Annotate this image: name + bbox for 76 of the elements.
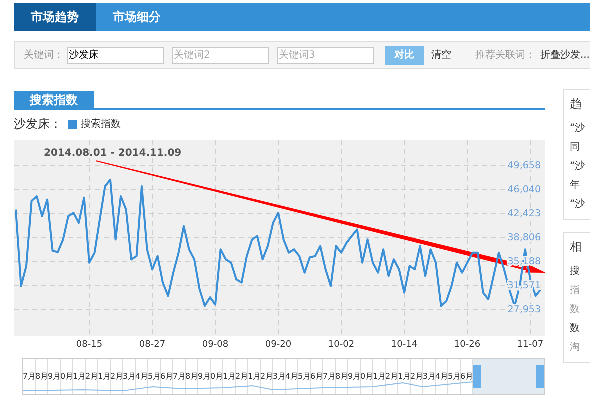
range-handle[interactable]: [473, 365, 481, 388]
month-label: 8月: [336, 359, 348, 394]
month-label: 6月: [160, 359, 173, 394]
month-label: 3月: [423, 359, 436, 394]
x-tick-label: 08-27: [139, 340, 166, 350]
month-label: 5月: [148, 359, 160, 394]
month-label: 9月: [198, 359, 210, 394]
legend-swatch: [68, 120, 77, 128]
month-label: 8月: [36, 359, 48, 394]
month-label: 4月: [136, 359, 148, 394]
month-label: 5月: [448, 359, 460, 394]
clear-link[interactable]: 清空: [431, 48, 452, 62]
keyword-label: 关键词：: [24, 48, 64, 62]
x-tick-label: 09-20: [265, 340, 292, 350]
month-label: 1月: [248, 359, 260, 394]
legend-label: 搜索指数: [81, 118, 121, 131]
month-label: 2月: [110, 359, 123, 394]
month-label: 7月: [323, 359, 336, 394]
range-navigator[interactable]: 7月8月9月0月1月2月1月2月3月4月5月6月7月8月9月0月1月2月1月2月3月4月5月6月7月8月9月0月1月2月1月2月3月4月5月6月: [22, 358, 545, 395]
month-label: 0月: [360, 359, 373, 394]
month-label: 2月: [86, 359, 98, 394]
month-label: 6月: [310, 359, 323, 394]
month-label: 4月: [436, 359, 448, 394]
x-tick-label: 10-14: [391, 340, 418, 350]
y-tick-label: 38,806: [508, 232, 541, 244]
x-tick-label: 11-07: [517, 340, 544, 350]
month-label: 1月: [98, 359, 110, 394]
panel-text: 数: [570, 322, 581, 335]
panel-title: 趋: [570, 96, 583, 113]
month-label: 2月: [260, 359, 273, 394]
month-label: 0月: [60, 359, 73, 394]
keyword-field[interactable]: 关键词3: [277, 46, 374, 64]
keyword-field[interactable]: 关键词2: [172, 46, 269, 64]
date-range: 2014.08.01 - 2014.11.09: [44, 148, 182, 159]
month-label: 1月: [73, 359, 86, 394]
month-label: 9月: [348, 359, 360, 394]
panel-text: “沙: [570, 122, 586, 135]
related-keyword[interactable]: 折叠沙发...: [540, 48, 590, 62]
x-tick-label: 10-02: [328, 340, 355, 350]
month-label: 8月: [186, 359, 198, 394]
month-label: 1月: [223, 359, 236, 394]
x-tick-label: 08-15: [76, 340, 103, 350]
selected-range[interactable]: [473, 359, 544, 394]
month-label: 0月: [210, 359, 223, 394]
panel-text: 年: [570, 179, 581, 192]
month-label: 2月: [236, 359, 248, 394]
month-label: 3月: [123, 359, 136, 394]
y-tick-label: 46,040: [508, 184, 541, 196]
y-tick-label: 42,423: [508, 208, 541, 220]
month-label: 1月: [398, 359, 410, 394]
month-label: 9月: [48, 359, 60, 394]
keyword-field[interactable]: 沙发床: [67, 46, 164, 64]
panel-text: 同: [570, 141, 581, 154]
panel-title: 相: [570, 239, 583, 256]
month-label: 7月: [23, 359, 36, 394]
panel-text: 指: [570, 284, 581, 297]
month-label: 4月: [286, 359, 298, 394]
y-tick-label: 27,953: [508, 304, 541, 316]
month-label: 3月: [273, 359, 286, 394]
x-tick-label: 09-08: [202, 340, 229, 350]
panel-text: 搜: [570, 264, 581, 278]
month-label: 2月: [410, 359, 423, 394]
panel-text: “沙: [570, 198, 586, 211]
y-tick-label: 49,658: [508, 160, 541, 172]
keyword-title: 沙发床：: [14, 116, 62, 132]
x-tick-label: 10-26: [454, 340, 481, 350]
panel-text: 淘: [570, 341, 581, 354]
range-handle[interactable]: [536, 365, 544, 388]
month-label: 2月: [386, 359, 398, 394]
month-label: 5月: [298, 359, 310, 394]
panel-text: “沙: [570, 160, 586, 173]
related-label: 推荐关联词：: [475, 48, 536, 62]
nav-tab[interactable]: 市场趋势: [14, 3, 96, 31]
panel-text: 数: [570, 303, 581, 316]
month-label: 1月: [373, 359, 386, 394]
month-label: 7月: [173, 359, 186, 394]
